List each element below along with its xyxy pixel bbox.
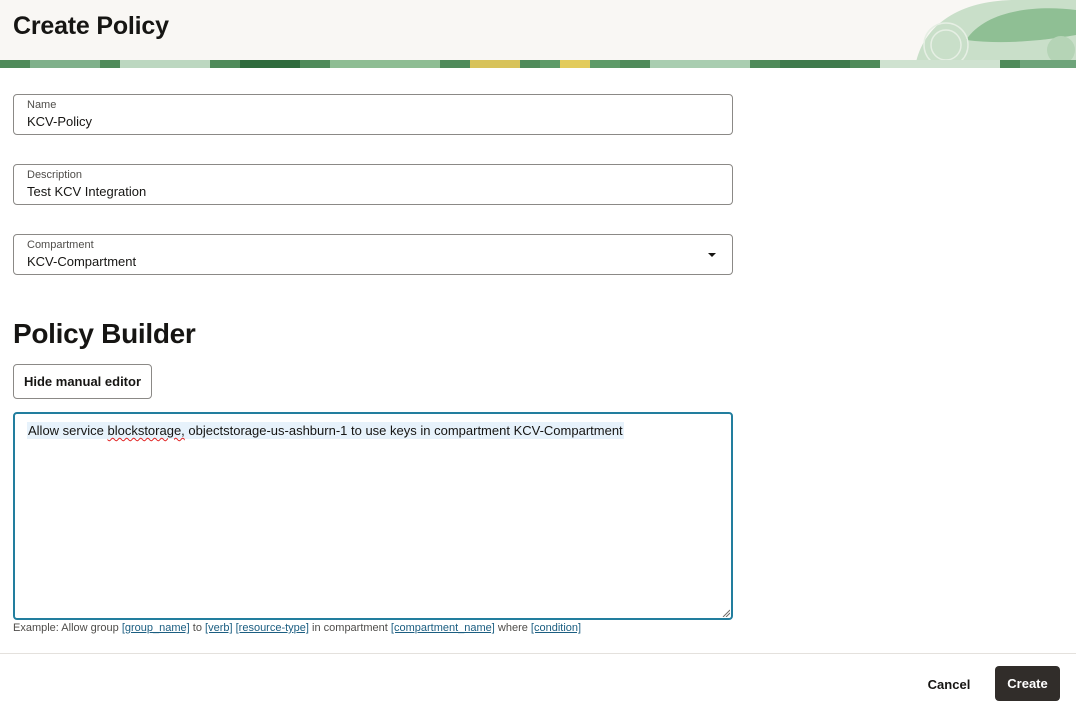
compartment-name-link[interactable]: [compartment_name] — [391, 622, 495, 634]
compartment-select-label: Compartment — [27, 239, 94, 251]
policy-statement-text[interactable]: Allow service blockstorage, objectstorag… — [27, 422, 624, 439]
policy-builder-title: Policy Builder — [13, 318, 196, 349]
cancel-button[interactable]: Cancel — [915, 668, 983, 701]
page-header: Create Policy — [0, 0, 1076, 68]
resize-handle-icon[interactable] — [722, 609, 730, 617]
statement-prefix: Allow service — [28, 423, 108, 438]
example-in-compartment: in compartment — [308, 622, 391, 634]
chevron-down-icon[interactable] — [708, 253, 716, 257]
header-pattern-strip — [0, 60, 1076, 68]
policy-example-hint: Example: Allow group [group_name] to [ve… — [13, 622, 581, 634]
example-to: to — [189, 622, 206, 634]
resource-type-link[interactable]: [resource-type] — [236, 622, 309, 634]
hide-manual-editor-button[interactable]: Hide manual editor — [13, 364, 152, 399]
verb-link[interactable]: [verb] — [205, 622, 233, 634]
compartment-select[interactable]: Compartment KCV-Compartment — [13, 234, 733, 275]
statement-suffix: objectstorage-us-ashburn-1 to use keys i… — [184, 423, 623, 438]
description-field-value[interactable]: Test KCV Integration — [27, 184, 146, 199]
example-prefix: Example: Allow group — [13, 622, 122, 634]
name-field[interactable]: Name KCV-Policy — [13, 94, 733, 135]
name-field-label: Name — [27, 99, 57, 111]
header-decoration-icon — [916, 0, 1076, 62]
group-name-link[interactable]: [group_name] — [122, 622, 190, 634]
compartment-select-value[interactable]: KCV-Compartment — [27, 254, 136, 269]
policy-statement-editor[interactable]: Allow service blockstorage, objectstorag… — [13, 412, 733, 620]
description-field-label: Description — [27, 169, 83, 181]
description-field[interactable]: Description Test KCV Integration — [13, 164, 733, 205]
footer-divider — [0, 653, 1076, 654]
page-title: Create Policy — [13, 12, 169, 40]
name-field-value[interactable]: KCV-Policy — [27, 114, 92, 129]
misspelled-word: blockstorage, — [107, 423, 185, 438]
create-button[interactable]: Create — [995, 666, 1060, 701]
example-where: where — [494, 622, 531, 634]
condition-link[interactable]: [condition] — [531, 622, 581, 634]
